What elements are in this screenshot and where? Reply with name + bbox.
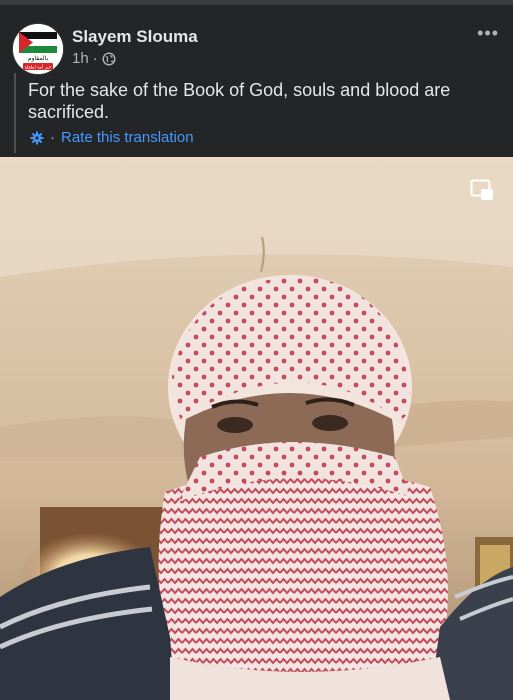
meta-separator: · xyxy=(92,50,98,67)
post-time[interactable]: 1h xyxy=(72,50,89,67)
author-name[interactable]: Slayem Slouma xyxy=(72,27,198,47)
avatar-caption-2: خير أمة لطفلة xyxy=(25,64,52,71)
avatar[interactable]: بالمقاوم خير أمة لطفلة xyxy=(13,24,63,74)
avatar-logo: بالمقاوم خير أمة لطفلة xyxy=(13,24,63,74)
globe-icon xyxy=(102,51,116,66)
video-player[interactable] xyxy=(0,157,513,700)
translation-block: For the sake of the Book of God, souls a… xyxy=(14,73,508,153)
picture-in-picture-icon[interactable] xyxy=(470,179,494,201)
post-header: بالمقاوم خير أمة لطفلة Slayem Slouma 1h … xyxy=(0,5,513,155)
translated-text: For the sake of the Book of God, souls a… xyxy=(28,80,451,122)
avatar-caption: بالمقاوم xyxy=(28,55,49,62)
post-meta: 1h · xyxy=(72,50,116,67)
rate-translation-link[interactable]: Rate this translation xyxy=(61,129,194,146)
rate-translation-row: · Rate this translation xyxy=(30,129,194,146)
video-frame xyxy=(0,157,513,700)
gear-icon xyxy=(30,131,44,145)
rate-separator: · xyxy=(50,129,55,146)
more-options-icon[interactable]: ••• xyxy=(477,23,499,44)
